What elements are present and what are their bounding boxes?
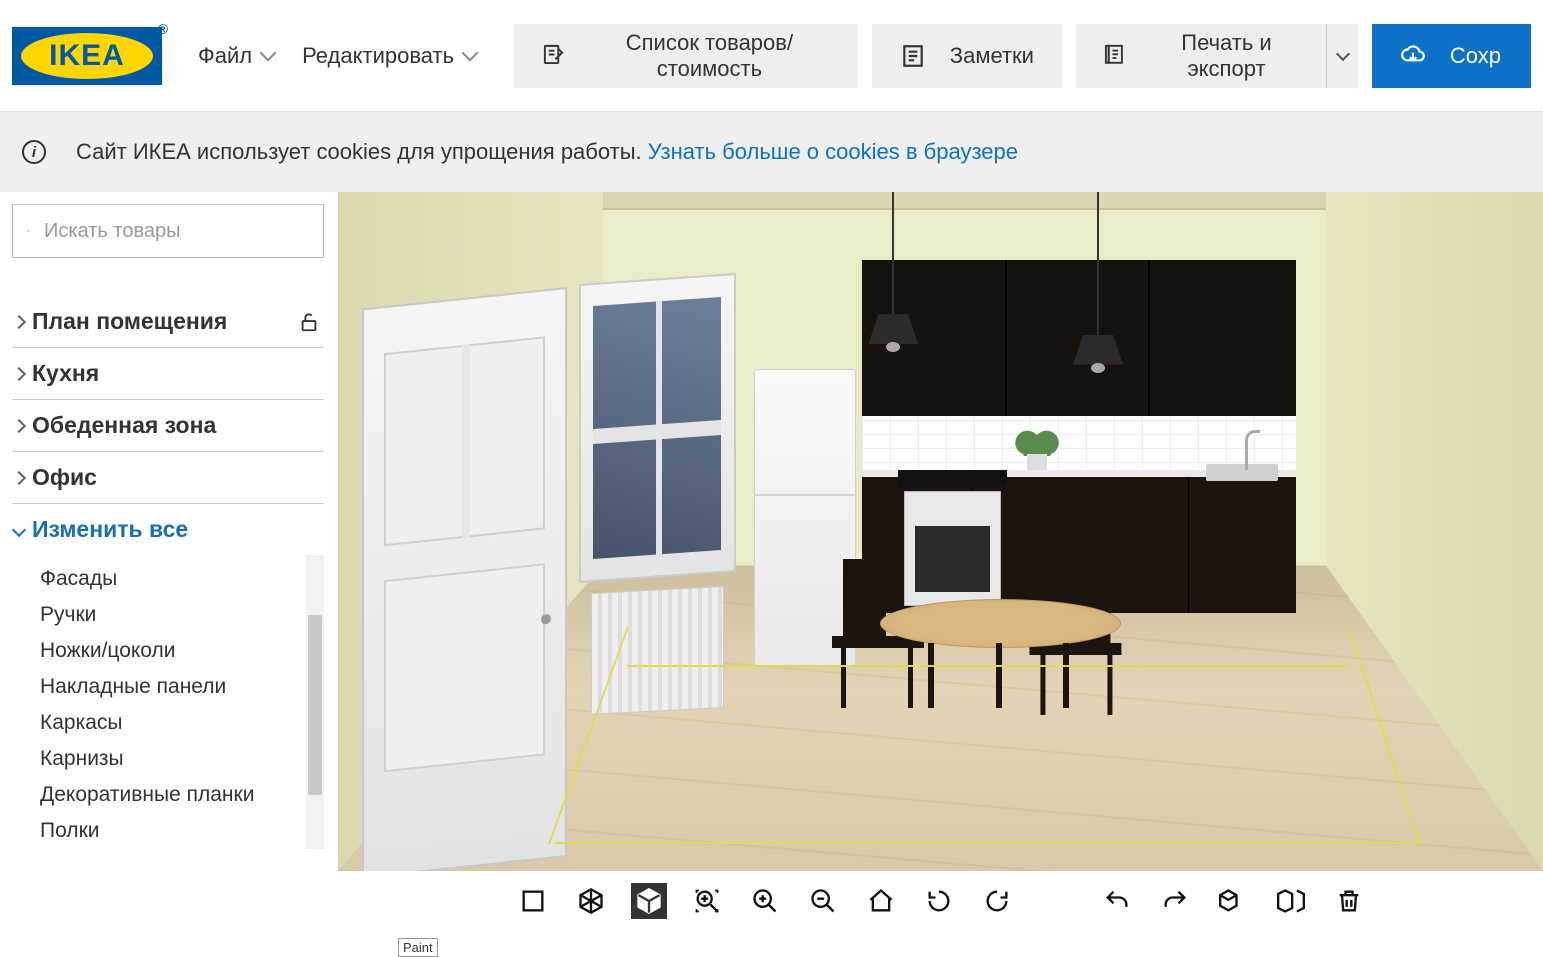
list-price-icon bbox=[542, 43, 565, 69]
pendant-lamp-2 bbox=[1097, 192, 1099, 335]
accordion-list: План помещения Кухня Обеденная зона bbox=[12, 296, 324, 939]
cookie-banner: i Сайт ИКЕА использует cookies для упрощ… bbox=[0, 112, 1543, 192]
logo-text: IKEA bbox=[21, 33, 153, 79]
view-3d-solid-button[interactable] bbox=[631, 883, 667, 919]
sub-cornices[interactable]: Карнизы bbox=[40, 741, 324, 777]
ceiling-molding bbox=[603, 192, 1326, 210]
unlock-icon[interactable] bbox=[298, 311, 320, 333]
zoom-fit-button[interactable] bbox=[689, 883, 725, 919]
chevron-down-icon bbox=[260, 45, 277, 62]
chevron-right-icon bbox=[12, 470, 26, 484]
zoom-out-button[interactable] bbox=[805, 883, 841, 919]
accordion-kitchen-label: Кухня bbox=[32, 360, 99, 387]
home-view-button[interactable] bbox=[863, 883, 899, 919]
sidebar: План помещения Кухня Обеденная зона bbox=[0, 192, 332, 939]
notes-label: Заметки bbox=[950, 43, 1034, 69]
logo[interactable]: IKEA ® bbox=[12, 27, 162, 85]
sub-cover-panels[interactable]: Накладные панели bbox=[40, 669, 324, 705]
search-box[interactable] bbox=[12, 204, 324, 258]
chevron-down-icon bbox=[462, 45, 479, 62]
product-list-label: Список товаров/стоимость bbox=[589, 30, 830, 82]
menu-edit-label: Редактировать bbox=[302, 43, 454, 69]
selection-guide bbox=[555, 842, 1423, 844]
selection-guide bbox=[627, 665, 1350, 667]
rotate-ccw-button[interactable] bbox=[979, 883, 1015, 919]
sub-fronts[interactable]: Фасады bbox=[40, 561, 324, 597]
cloud-save-icon bbox=[1400, 43, 1426, 69]
view-3d-wire-button[interactable] bbox=[573, 883, 609, 919]
rotate-cw-button[interactable] bbox=[921, 883, 957, 919]
sink bbox=[1206, 464, 1278, 481]
mirror-button[interactable] bbox=[1273, 883, 1309, 919]
accordion-change-all-label: Изменить все bbox=[32, 516, 188, 543]
radiator bbox=[591, 586, 724, 715]
dining-table bbox=[880, 599, 1121, 708]
registered-mark: ® bbox=[158, 21, 168, 37]
paint-tooltip: Paint bbox=[398, 938, 438, 957]
change-all-sublist: Фасады Ручки Ножки/цоколи Накладные пане… bbox=[12, 555, 324, 849]
accordion-change-all[interactable]: Изменить все bbox=[12, 504, 324, 555]
undo-button[interactable] bbox=[1099, 883, 1135, 919]
sub-legs[interactable]: Ножки/цоколи bbox=[40, 633, 324, 669]
search-icon bbox=[27, 219, 30, 243]
scrollbar-thumb[interactable] bbox=[308, 615, 322, 795]
accordion-office-label: Офис bbox=[32, 464, 97, 491]
save-label: Сохр bbox=[1450, 43, 1501, 69]
cookie-learn-more-link[interactable]: Узнать больше о cookies в браузере bbox=[648, 139, 1018, 164]
print-icon bbox=[1104, 43, 1127, 69]
accordion-kitchen[interactable]: Кухня bbox=[12, 348, 324, 400]
accordion-room-plan[interactable]: План помещения bbox=[12, 296, 324, 348]
notes-button[interactable]: Заметки bbox=[872, 24, 1062, 88]
menu-edit[interactable]: Редактировать bbox=[302, 43, 476, 69]
sub-deco-strips[interactable]: Декоративные планки bbox=[40, 777, 324, 813]
accordion-dining[interactable]: Обеденная зона bbox=[12, 400, 324, 452]
cookie-text-body: Сайт ИКЕА использует cookies для упрощен… bbox=[76, 139, 648, 164]
info-icon: i bbox=[22, 140, 46, 164]
delete-button[interactable] bbox=[1331, 883, 1367, 919]
chevron-right-icon bbox=[12, 314, 26, 328]
copy-button[interactable] bbox=[1215, 883, 1251, 919]
chevron-right-icon bbox=[12, 366, 26, 380]
top-buttons-group: Список товаров/стоимость Заметки Печать … bbox=[514, 24, 1531, 88]
menu-file[interactable]: Файл bbox=[198, 43, 274, 69]
view-2d-button[interactable] bbox=[515, 883, 551, 919]
accordion-room-plan-label: План помещения bbox=[32, 308, 227, 335]
zoom-in-button[interactable] bbox=[747, 883, 783, 919]
sub-shelves[interactable]: Полки bbox=[40, 813, 324, 849]
print-export-dropdown[interactable] bbox=[1326, 24, 1357, 88]
top-bar: IKEA ® Файл Редактировать Список товаров… bbox=[0, 0, 1543, 112]
accordion-dining-label: Обеденная зона bbox=[32, 412, 216, 439]
main-area: План помещения Кухня Обеденная зона bbox=[0, 192, 1543, 939]
print-export-button[interactable]: Печать и экспорт bbox=[1076, 24, 1358, 88]
sub-frames[interactable]: Каркасы bbox=[40, 705, 324, 741]
cookie-text: Сайт ИКЕА использует cookies для упрощен… bbox=[76, 139, 1018, 165]
sub-handles[interactable]: Ручки bbox=[40, 597, 324, 633]
pendant-lamp-1 bbox=[892, 192, 894, 314]
product-list-button[interactable]: Список товаров/стоимость bbox=[514, 24, 858, 88]
door bbox=[362, 287, 567, 871]
room-scene bbox=[338, 192, 1543, 871]
redo-button[interactable] bbox=[1157, 883, 1193, 919]
sublist-scrollbar[interactable] bbox=[306, 555, 324, 849]
chevron-right-icon bbox=[12, 418, 26, 432]
menubar: Файл Редактировать bbox=[198, 43, 476, 69]
3d-canvas[interactable] bbox=[338, 192, 1543, 871]
cooktop bbox=[898, 470, 1006, 487]
notes-icon bbox=[900, 43, 926, 69]
search-input[interactable] bbox=[44, 220, 309, 243]
viewport-column: Paint bbox=[332, 192, 1543, 939]
print-export-label: Печать и экспорт bbox=[1151, 30, 1303, 82]
faucet bbox=[1245, 430, 1259, 471]
chevron-down-icon bbox=[12, 522, 26, 536]
chevron-down-icon bbox=[1336, 46, 1350, 60]
window bbox=[579, 273, 736, 583]
save-button[interactable]: Сохр bbox=[1372, 24, 1531, 88]
menu-file-label: Файл bbox=[198, 43, 252, 69]
plant bbox=[1013, 423, 1061, 471]
wall-cabinets bbox=[862, 260, 1296, 416]
view-toolbar: Paint bbox=[338, 871, 1543, 939]
accordion-office[interactable]: Офис bbox=[12, 452, 324, 504]
